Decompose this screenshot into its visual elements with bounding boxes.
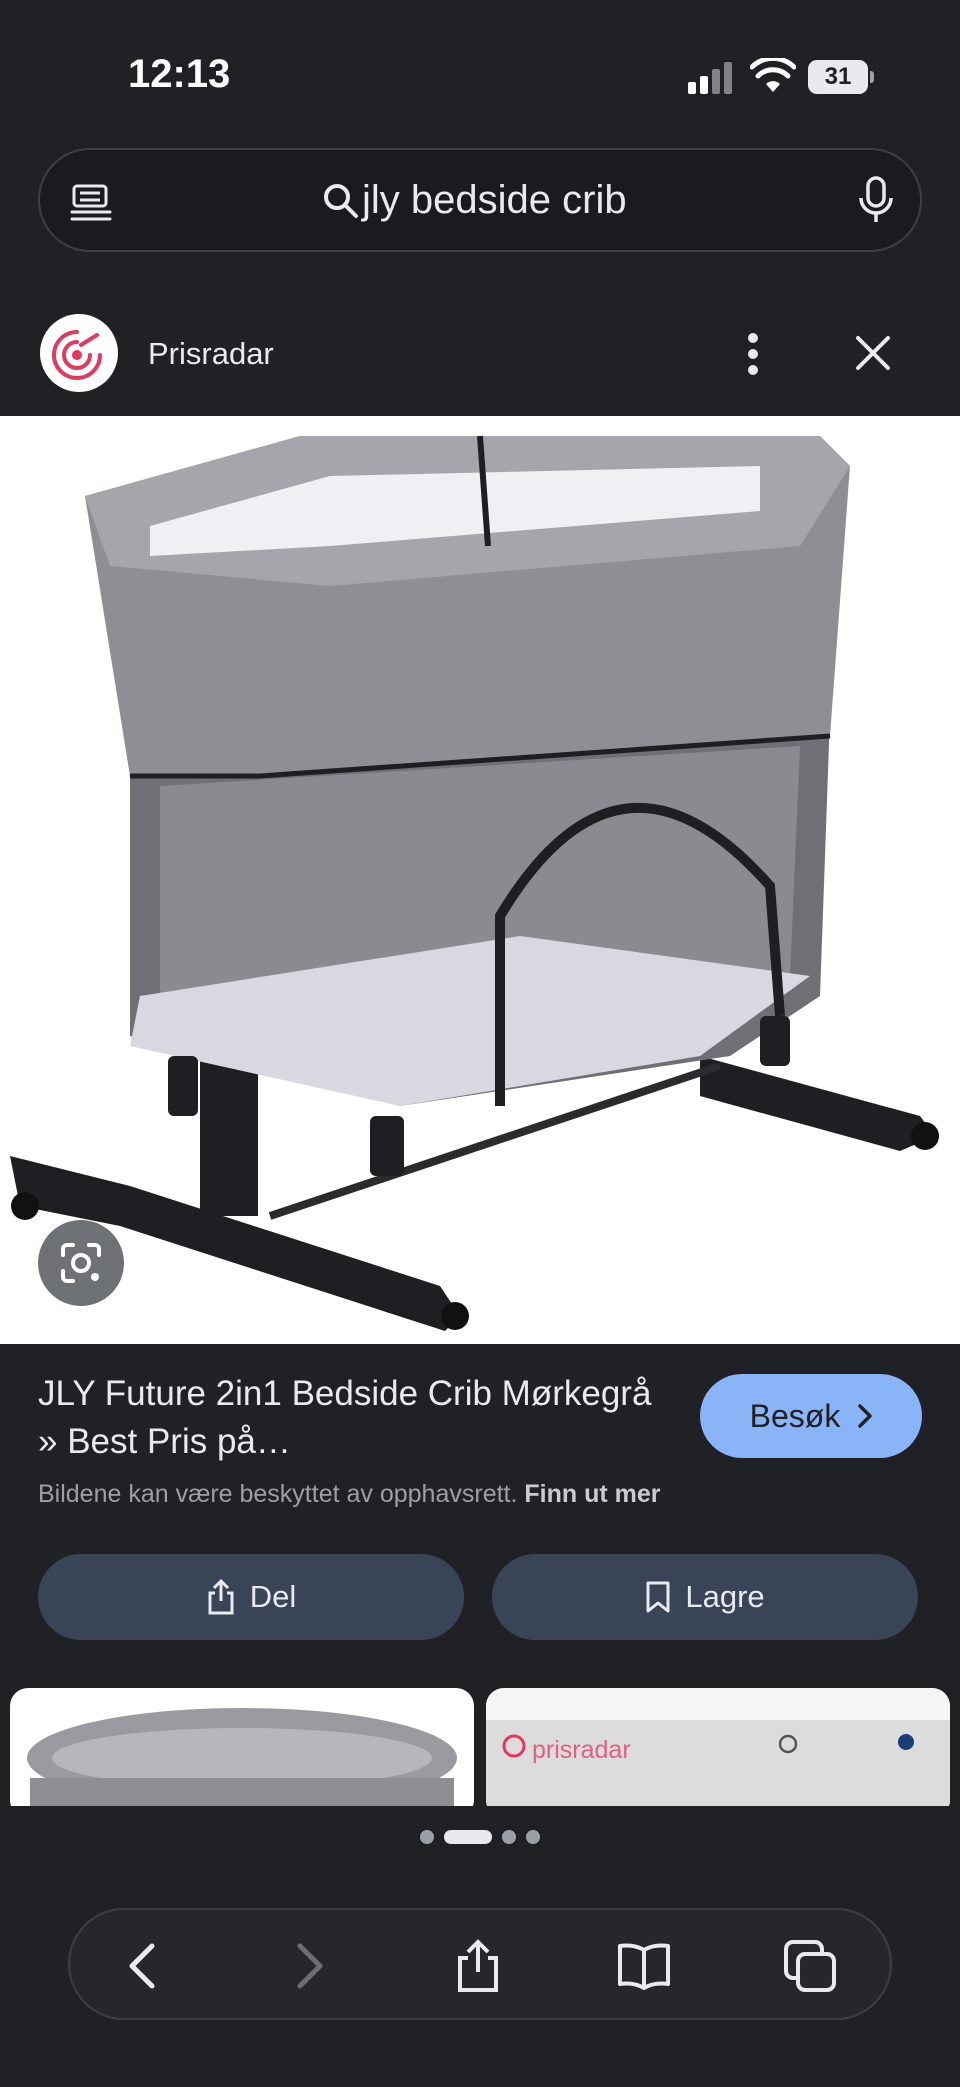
result-title[interactable]: JLY Future 2in1 Bedside Crib Mørkegrå » …: [38, 1370, 678, 1466]
status-time: 12:13: [128, 52, 231, 96]
visit-button-label: Besøk: [749, 1397, 841, 1434]
lens-search-button[interactable]: [38, 1220, 124, 1306]
carousel-dot-active: [444, 1830, 492, 1844]
battery-indicator: 31: [808, 60, 874, 94]
related-image-1[interactable]: [10, 1688, 474, 1806]
related-image-2[interactable]: prisradar: [486, 1688, 950, 1806]
browser-toolbar: [68, 1908, 892, 2020]
search-icon: [324, 184, 358, 218]
bookmark-icon: [646, 1581, 670, 1613]
share-icon: [208, 1579, 234, 1615]
back-icon[interactable]: [116, 1938, 172, 1994]
carousel-dot: [502, 1830, 516, 1844]
status-bar: 12:13 31: [0, 0, 960, 150]
product-image[interactable]: [0, 416, 960, 1344]
bookmarks-icon[interactable]: [616, 1938, 672, 1994]
battery-tip: [870, 71, 874, 83]
share-sheet-icon[interactable]: [450, 1938, 506, 1994]
wifi-icon: [750, 58, 796, 92]
save-button[interactable]: Lagre: [492, 1554, 918, 1640]
copyright-notice: Bildene kan være beskyttet av opphavsret…: [38, 1480, 661, 1509]
forward-icon[interactable]: [280, 1938, 336, 1994]
more-vert-icon[interactable]: [746, 330, 760, 378]
prisradar-logo-icon: [52, 330, 102, 380]
share-button-label: Del: [249, 1579, 297, 1614]
cellular-signal-icon: [688, 62, 732, 94]
carousel-dot: [526, 1830, 540, 1844]
prisradar-logo: [40, 314, 118, 392]
visit-button[interactable]: Besøk: [700, 1374, 922, 1458]
learn-more-link[interactable]: Finn ut mer: [524, 1480, 660, 1508]
save-button-label: Lagre: [685, 1579, 765, 1614]
battery-level: 31: [808, 60, 868, 94]
related-images: prisradar: [0, 1688, 960, 1806]
copyright-text: Bildene kan være beskyttet av opphavsret…: [38, 1480, 518, 1508]
lens-icon: [61, 1243, 101, 1283]
search-bar[interactable]: jly bedside crib: [38, 148, 922, 252]
image-source-header: Prisradar: [0, 300, 960, 410]
related-crib-image: [27, 1708, 457, 1806]
mic-icon[interactable]: [858, 176, 894, 224]
carousel-indicator: [420, 1828, 540, 1844]
close-icon[interactable]: [852, 332, 894, 374]
source-name[interactable]: Prisradar: [148, 336, 274, 372]
tabs-icon[interactable]: [782, 1938, 838, 1994]
share-button[interactable]: Del: [38, 1554, 464, 1640]
bedside-crib-image: [10, 435, 939, 1331]
carousel-dot: [420, 1830, 434, 1844]
search-query[interactable]: jly bedside crib: [362, 178, 627, 223]
related-brand-text: prisradar: [532, 1736, 631, 1764]
chevron-right-icon: [858, 1404, 873, 1428]
menu-icon[interactable]: [70, 180, 114, 224]
